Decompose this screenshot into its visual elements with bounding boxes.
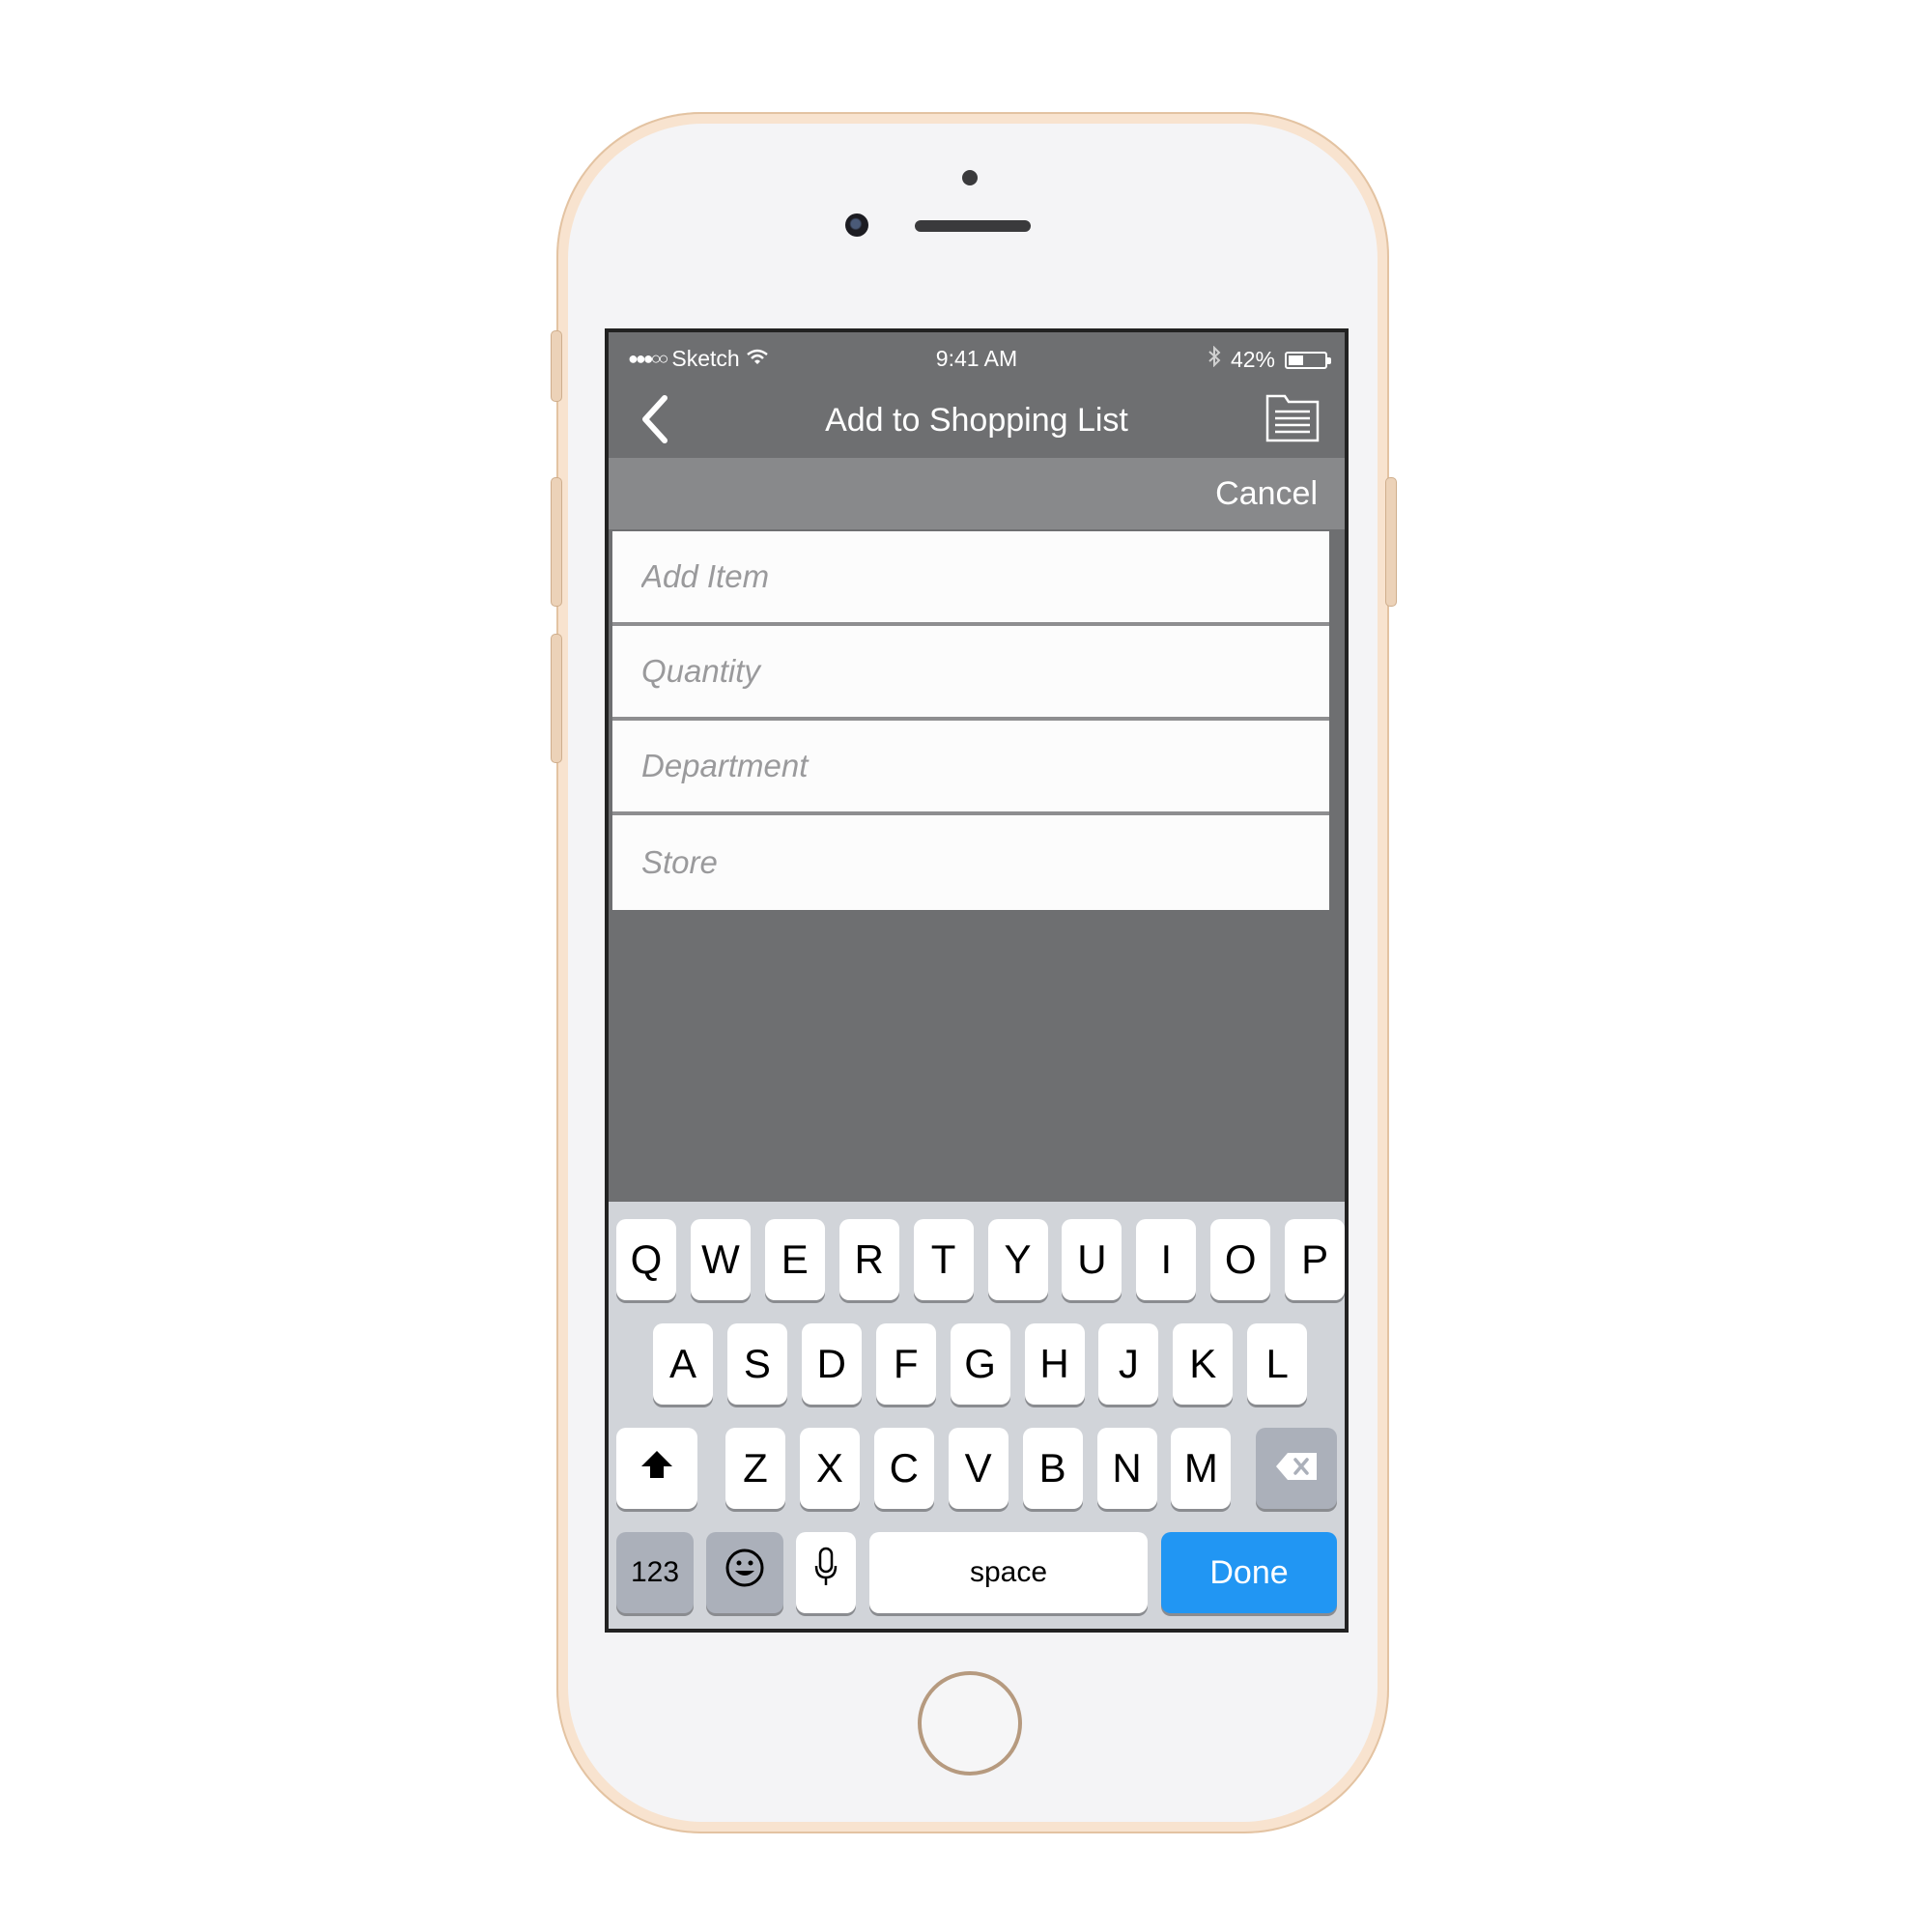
key-u[interactable]: U xyxy=(1062,1219,1122,1300)
key-w[interactable]: W xyxy=(690,1219,751,1300)
battery-percentage: 42% xyxy=(1230,347,1275,372)
cancel-button[interactable]: Cancel xyxy=(1215,475,1318,513)
bluetooth-icon xyxy=(1208,345,1221,374)
key-j[interactable]: J xyxy=(1098,1323,1159,1405)
key-v[interactable]: V xyxy=(948,1428,1009,1509)
mute-switch xyxy=(551,330,562,402)
key-s[interactable]: S xyxy=(726,1323,787,1405)
key-d[interactable]: D xyxy=(801,1323,862,1405)
key-p[interactable]: P xyxy=(1285,1219,1345,1300)
quantity-input[interactable] xyxy=(612,626,1329,717)
quantity-row xyxy=(612,626,1329,721)
key-h[interactable]: H xyxy=(1024,1323,1085,1405)
home-button[interactable] xyxy=(918,1671,1022,1776)
key-a[interactable]: A xyxy=(653,1323,713,1405)
volume-down-button xyxy=(551,634,562,763)
key-i[interactable]: I xyxy=(1136,1219,1197,1300)
numbers-key[interactable]: 123 xyxy=(616,1532,694,1613)
emoji-key[interactable] xyxy=(706,1532,783,1613)
key-q[interactable]: Q xyxy=(616,1219,676,1300)
key-b[interactable]: B xyxy=(1022,1428,1083,1509)
key-f[interactable]: F xyxy=(875,1323,936,1405)
microphone-icon xyxy=(813,1547,838,1599)
battery-icon xyxy=(1285,351,1331,369)
shopping-list-button[interactable] xyxy=(1264,392,1321,444)
key-l[interactable]: L xyxy=(1247,1323,1308,1405)
on-screen-keyboard: Q W E R T Y U I O P A S D F G H J K L Z X C V B N M 123 space Done xyxy=(609,1202,1345,1629)
status-bar: ●●●○○ Sketch 9:41 AM 42% xyxy=(609,332,1345,384)
department-row xyxy=(612,721,1329,815)
proximity-sensor xyxy=(962,170,978,185)
phone-screen: ●●●○○ Sketch 9:41 AM 42% Add to Shopping… xyxy=(605,328,1349,1633)
list-document-icon xyxy=(1264,394,1321,448)
front-camera xyxy=(845,213,868,237)
done-key[interactable]: Done xyxy=(1161,1532,1337,1613)
battery-level xyxy=(1289,355,1304,365)
earpiece-speaker xyxy=(915,220,1031,232)
delete-key[interactable] xyxy=(1256,1428,1337,1509)
add-item-input[interactable] xyxy=(612,531,1329,622)
key-r[interactable]: R xyxy=(838,1219,899,1300)
key-m[interactable]: M xyxy=(1171,1428,1232,1509)
add-item-row xyxy=(612,531,1329,626)
store-row xyxy=(612,815,1329,910)
key-c[interactable]: C xyxy=(873,1428,934,1509)
key-e[interactable]: E xyxy=(764,1219,825,1300)
department-input[interactable] xyxy=(612,721,1329,811)
space-key[interactable]: space xyxy=(869,1532,1148,1613)
key-x[interactable]: X xyxy=(799,1428,860,1509)
navigation-bar: Add to Shopping List xyxy=(609,384,1345,458)
page-title: Add to Shopping List xyxy=(825,402,1128,439)
shift-arrow-icon xyxy=(638,1445,676,1492)
emoji-icon xyxy=(724,1548,765,1598)
volume-up-button xyxy=(551,477,562,607)
key-o[interactable]: O xyxy=(1210,1219,1271,1300)
key-t[interactable]: T xyxy=(913,1219,974,1300)
key-k[interactable]: K xyxy=(1173,1323,1234,1405)
power-button xyxy=(1385,477,1397,607)
key-z[interactable]: Z xyxy=(725,1428,785,1509)
add-item-form xyxy=(612,531,1329,910)
shift-key[interactable] xyxy=(616,1428,697,1509)
action-bar: Cancel xyxy=(609,458,1345,529)
store-input[interactable] xyxy=(612,815,1329,910)
dictation-key[interactable] xyxy=(796,1532,856,1613)
key-n[interactable]: N xyxy=(1096,1428,1157,1509)
backspace-icon xyxy=(1274,1445,1319,1492)
key-g[interactable]: G xyxy=(950,1323,1010,1405)
key-y[interactable]: Y xyxy=(987,1219,1048,1300)
